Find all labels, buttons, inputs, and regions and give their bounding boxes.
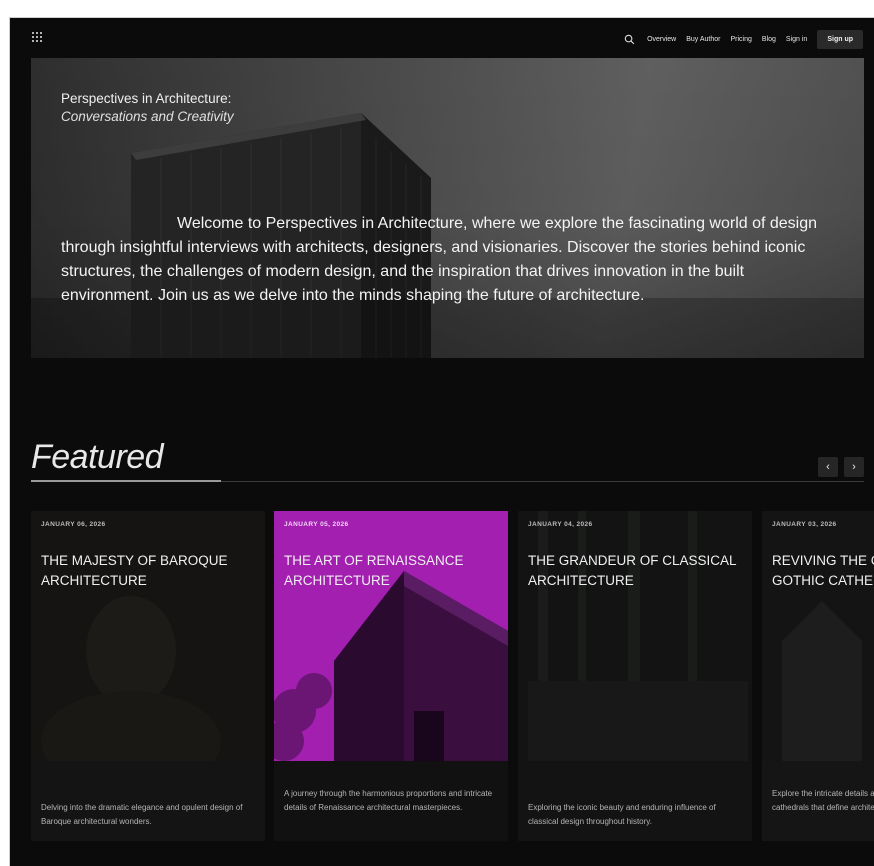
card-house-image <box>274 511 508 761</box>
card-title[interactable]: THE MAJESTY OF BAROQUE ARCHITECTURE <box>41 551 261 591</box>
card-date: JANUARY 05, 2026 <box>284 521 349 528</box>
card-title[interactable]: REVIVING THE CHARM OF GOTHIC CATHEDRALS <box>772 551 874 591</box>
card-description: A journey through the harmonious proport… <box>284 789 493 812</box>
card-description: Explore the intricate details and inspir… <box>772 789 874 812</box>
nav-sign-in[interactable]: Sign in <box>786 36 807 43</box>
card-description: Exploring the iconic beauty and enduring… <box>528 803 716 826</box>
carousel-next-button[interactable]: › <box>844 457 864 477</box>
search-icon[interactable] <box>624 34 635 45</box>
nav-overview[interactable]: Overview <box>647 36 676 43</box>
carousel-prev-button[interactable]: ‹ <box>818 457 838 477</box>
card-forest-building-image <box>518 511 752 761</box>
article-card[interactable]: JANUARY 06, 2026 THE MAJESTY OF BAROQUE … <box>31 511 265 841</box>
grid-logo-icon[interactable] <box>32 32 44 42</box>
article-card-active[interactable]: JANUARY 05, 2026 THE ART OF RENAISSANCE … <box>274 511 508 841</box>
card-date: JANUARY 06, 2026 <box>41 521 106 528</box>
card-title[interactable]: THE GRANDEUR OF CLASSICAL ARCHITECTURE <box>528 551 748 591</box>
article-card[interactable]: JANUARY 03, 2026 REVIVING THE CHARM OF G… <box>762 511 874 841</box>
card-date: JANUARY 04, 2026 <box>528 521 593 528</box>
hero-intro-text: Welcome to Perspectives in Architecture,… <box>61 215 818 304</box>
hero-title: Perspectives in Architecture: <box>61 91 232 106</box>
card-date: JANUARY 03, 2026 <box>772 521 837 528</box>
top-nav: Overview Buy Author Pricing Blog Sign in… <box>10 18 874 58</box>
nav-buy-author[interactable]: Buy Author <box>686 36 720 43</box>
card-title[interactable]: THE ART OF RENAISSANCE ARCHITECTURE <box>284 551 504 591</box>
nav-links: Overview Buy Author Pricing Blog Sign in… <box>624 29 874 49</box>
article-card[interactable]: JANUARY 04, 2026 THE GRANDEUR OF CLASSIC… <box>518 511 752 841</box>
featured-heading: Featured <box>31 438 164 476</box>
hero-banner: Perspectives in Architecture: Conversati… <box>31 58 864 358</box>
sign-up-button[interactable]: Sign up <box>817 29 863 49</box>
card-portrait-image <box>31 511 265 761</box>
card-description: Delving into the dramatic elegance and o… <box>41 803 243 826</box>
hero-subtitle: Conversations and Creativity <box>61 109 234 124</box>
nav-blog[interactable]: Blog <box>762 36 776 43</box>
nav-pricing[interactable]: Pricing <box>731 36 752 43</box>
app-frame: Overview Buy Author Pricing Blog Sign in… <box>9 17 874 866</box>
featured-divider-highlight <box>31 480 221 482</box>
card-cathedral-image <box>762 511 874 761</box>
